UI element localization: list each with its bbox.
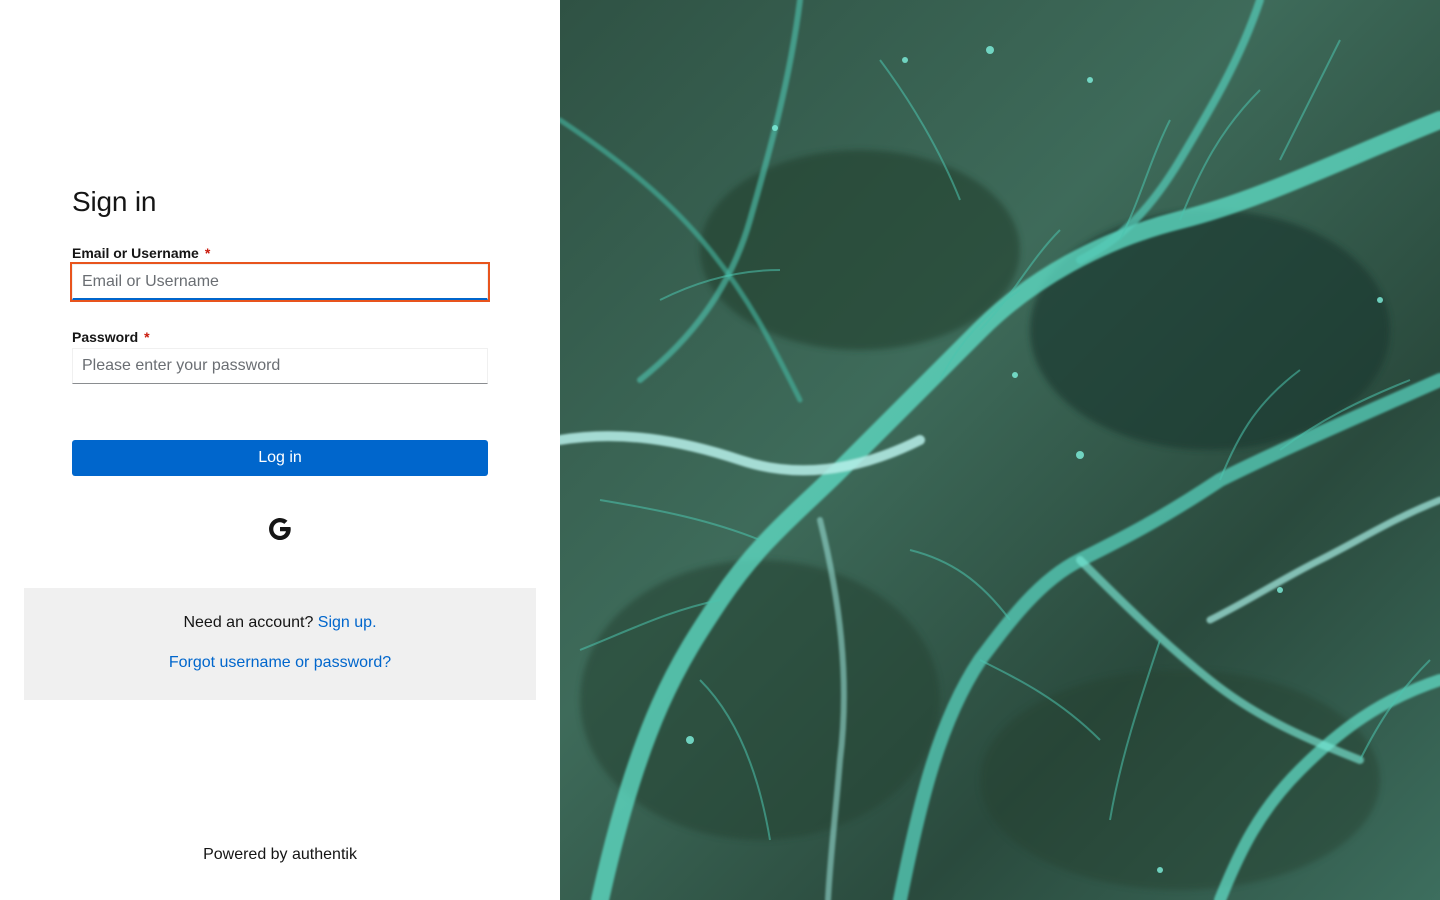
username-input[interactable]: [72, 264, 488, 300]
username-label-text: Email or Username: [72, 245, 199, 261]
required-marker: *: [204, 245, 211, 261]
background-image: [560, 0, 1440, 900]
powered-by-text: Powered by authentik: [203, 846, 357, 863]
login-button[interactable]: Log in: [72, 440, 488, 476]
google-login-button[interactable]: [266, 515, 294, 543]
signup-line: Need an account? Sign up.: [24, 614, 536, 632]
page-title: Sign in: [72, 186, 157, 217]
required-marker: *: [144, 329, 150, 345]
username-label: Email or Username *: [72, 245, 210, 261]
login-panel: Sign in Email or Username * Password * Log…: [0, 0, 560, 900]
password-input[interactable]: [72, 348, 488, 384]
password-label: Password *: [72, 329, 150, 345]
signup-prompt: Need an account?: [183, 614, 314, 631]
signup-link[interactable]: Sign up.: [318, 614, 377, 631]
google-icon: [269, 517, 291, 541]
login-footer: Need an account? Sign up. Forgot usernam…: [24, 588, 536, 700]
forgot-line: Forgot username or password?: [24, 654, 536, 672]
forgot-password-link[interactable]: Forgot username or password?: [169, 654, 391, 671]
password-label-text: Password: [72, 329, 139, 345]
